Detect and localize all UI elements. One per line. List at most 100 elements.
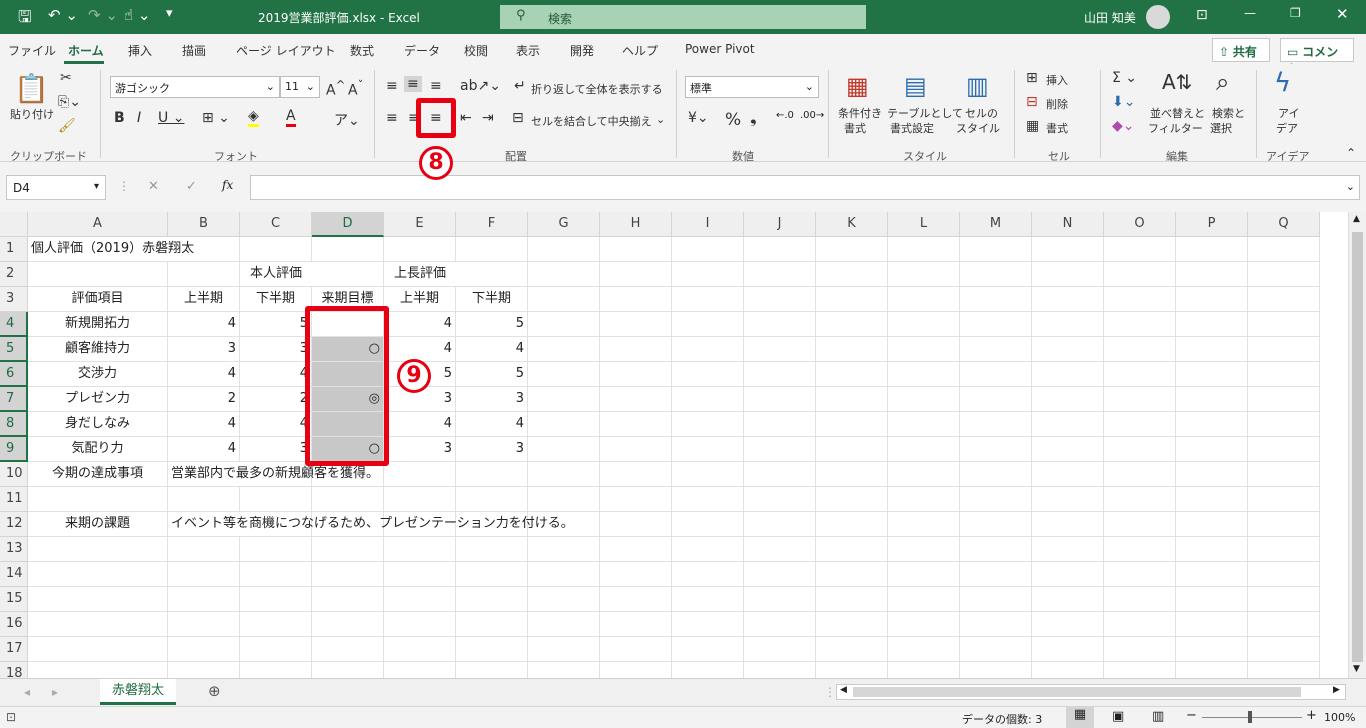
shrink-font-icon[interactable]: Aˇ (348, 78, 363, 99)
cell-f13[interactable] (456, 537, 528, 562)
cell-l3[interactable] (888, 287, 960, 312)
cell-a4[interactable]: 新規開拓力 (28, 312, 168, 337)
cell-q3[interactable] (1248, 287, 1320, 312)
cell-g16[interactable] (528, 612, 600, 637)
cell-l13[interactable] (888, 537, 960, 562)
comma-icon[interactable]: ❟ (750, 108, 757, 128)
cell-p13[interactable] (1176, 537, 1248, 562)
cell-i11[interactable] (672, 487, 744, 512)
search-box[interactable]: ⚲ 検索 (500, 5, 866, 29)
ideas-icon[interactable]: ϟ (1274, 68, 1291, 98)
zoom-in-icon[interactable]: + (1306, 708, 1317, 723)
merge-dropdown-icon[interactable]: ⌄ (656, 113, 665, 126)
orientation-icon[interactable]: ab↗⌄ (460, 78, 501, 94)
cell-f1[interactable] (456, 237, 528, 262)
cell-o3[interactable] (1104, 287, 1176, 312)
cell-i8[interactable] (672, 412, 744, 437)
border-icon[interactable]: ⊞ ⌄ (202, 110, 230, 126)
cell-q15[interactable] (1248, 587, 1320, 612)
column-header-b[interactable]: B (168, 212, 240, 237)
cell-e3[interactable]: 上半期 (384, 287, 456, 312)
cell-f16[interactable] (456, 612, 528, 637)
cell-m17[interactable] (960, 637, 1032, 662)
cell-o16[interactable] (1104, 612, 1176, 637)
prev-sheet-icon[interactable]: ◂ (24, 685, 30, 699)
cell-l12[interactable] (888, 512, 960, 537)
cell-o4[interactable] (1104, 312, 1176, 337)
cell-h3[interactable] (600, 287, 672, 312)
cell-j11[interactable] (744, 487, 816, 512)
cell-n10[interactable] (1032, 462, 1104, 487)
cell-j12[interactable] (744, 512, 816, 537)
row-header-4[interactable]: 4 (0, 312, 28, 337)
cell-q17[interactable] (1248, 637, 1320, 662)
cell-h5[interactable] (600, 337, 672, 362)
cancel-icon[interactable]: ✕ (148, 179, 159, 194)
cell-d17[interactable] (312, 637, 384, 662)
cell-o10[interactable] (1104, 462, 1176, 487)
horizontal-scroll-thumb[interactable] (853, 687, 1301, 697)
cell-n14[interactable] (1032, 562, 1104, 587)
cell-b6[interactable]: 4 (168, 362, 240, 387)
column-header-a[interactable]: A (28, 212, 168, 237)
column-header-o[interactable]: O (1104, 212, 1176, 237)
redo-icon[interactable]: ↷ ⌄ (88, 6, 118, 24)
cell-o6[interactable] (1104, 362, 1176, 387)
find-select-l1[interactable]: 検索と (1212, 105, 1245, 121)
cell-p7[interactable] (1176, 387, 1248, 412)
cell-o11[interactable] (1104, 487, 1176, 512)
cell-g2[interactable] (528, 262, 600, 287)
cell-e15[interactable] (384, 587, 456, 612)
cell-a15[interactable] (28, 587, 168, 612)
formula-input[interactable]: ⌄ (250, 175, 1360, 200)
cell-g11[interactable] (528, 487, 600, 512)
cell-g1[interactable] (528, 237, 600, 262)
tab-formulas[interactable]: 数式 (350, 42, 374, 59)
cell-f7[interactable]: 3 (456, 387, 528, 412)
cell-n2[interactable] (1032, 262, 1104, 287)
cell-i5[interactable] (672, 337, 744, 362)
cell-f14[interactable] (456, 562, 528, 587)
cell-l17[interactable] (888, 637, 960, 662)
row-header-15[interactable]: 15 (0, 587, 28, 612)
cell-j8[interactable] (744, 412, 816, 437)
paste-label[interactable]: 貼り付け (10, 106, 54, 122)
cell-p10[interactable] (1176, 462, 1248, 487)
cell-i12[interactable] (672, 512, 744, 537)
merge-center-button[interactable]: セルを結合して中央揃え (531, 113, 652, 129)
cell-c5[interactable]: 3 (240, 337, 312, 362)
align-top-icon[interactable]: ≡ (386, 78, 398, 94)
cell-h16[interactable] (600, 612, 672, 637)
paste-icon[interactable]: 📋 (14, 72, 49, 105)
cell-j9[interactable] (744, 437, 816, 462)
cell-e1[interactable] (384, 237, 456, 262)
cell-i10[interactable] (672, 462, 744, 487)
minimize-icon[interactable]: — (1244, 6, 1256, 20)
cell-a16[interactable] (28, 612, 168, 637)
cell-b4[interactable]: 4 (168, 312, 240, 337)
cell-n13[interactable] (1032, 537, 1104, 562)
undo-icon[interactable]: ↶ ⌄ (48, 6, 78, 24)
cell-q4[interactable] (1248, 312, 1320, 337)
column-header-q[interactable]: Q (1248, 212, 1320, 237)
cell-j4[interactable] (744, 312, 816, 337)
align-middle-icon[interactable]: ≡ (404, 76, 422, 92)
next-sheet-icon[interactable]: ▸ (52, 685, 58, 699)
cell-o17[interactable] (1104, 637, 1176, 662)
cell-n5[interactable] (1032, 337, 1104, 362)
cell-b9[interactable]: 4 (168, 437, 240, 462)
cell-h7[interactable] (600, 387, 672, 412)
cell-e11[interactable] (384, 487, 456, 512)
cell-o9[interactable] (1104, 437, 1176, 462)
cell-q8[interactable] (1248, 412, 1320, 437)
column-header-m[interactable]: M (960, 212, 1032, 237)
hscroll-split-icon[interactable]: ⋮ (824, 685, 836, 699)
cell-k11[interactable] (816, 487, 888, 512)
ribbon-display-icon[interactable]: ⊡ (1196, 7, 1208, 23)
cell-a8[interactable]: 身だしなみ (28, 412, 168, 437)
cell-f5[interactable]: 4 (456, 337, 528, 362)
cell-k13[interactable] (816, 537, 888, 562)
cell-k17[interactable] (816, 637, 888, 662)
row-header-13[interactable]: 13 (0, 537, 28, 562)
zoom-out-icon[interactable]: − (1186, 708, 1197, 723)
